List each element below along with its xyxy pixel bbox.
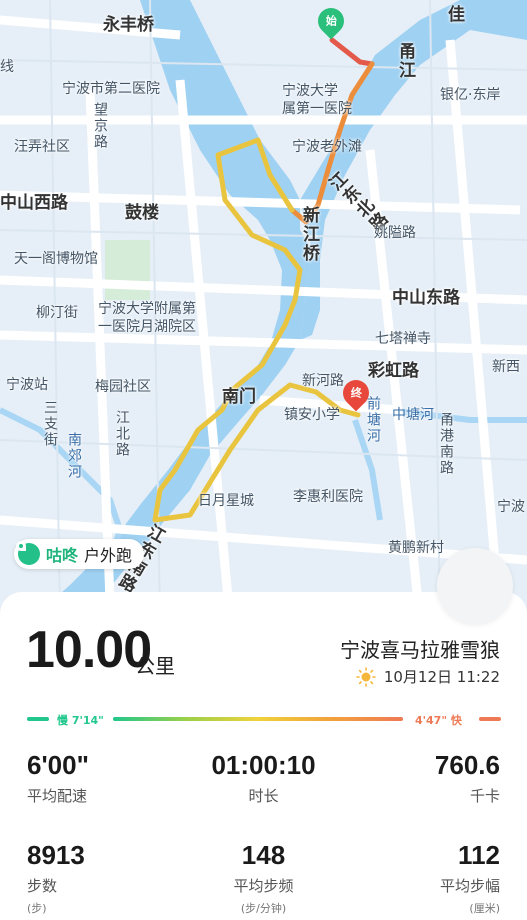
slow-pace-swatch — [27, 717, 49, 721]
map-label: 黄鹏新村 — [388, 540, 444, 556]
map-label: 线 — [0, 59, 14, 75]
map-label: 新江桥 — [299, 206, 319, 263]
map-label: 宁波老外滩 — [292, 139, 362, 155]
stat-label: 平均步幅 — [439, 877, 500, 895]
stat-avg-pace: 6'00" 平均配速 — [27, 750, 89, 806]
activity-type: 户外跑 — [84, 546, 133, 565]
map-label: 江北路 — [114, 410, 130, 458]
stat-label: 千卡 — [469, 787, 500, 805]
map-label: 中塘河 — [392, 407, 434, 423]
date-text: 10月12日 11:22 — [383, 668, 500, 686]
map-label: 甬江 — [395, 42, 415, 80]
stat-unit: (厘米) — [469, 902, 500, 915]
stat-cadence: 148 平均步频 (步/分钟) — [195, 840, 332, 916]
map-label: 姚隘路 — [374, 225, 416, 241]
stat-label: 时长 — [248, 787, 279, 805]
map-label: 属第一医院 — [282, 101, 352, 117]
distance-unit: 公里 — [135, 654, 175, 678]
map-label: 宁波市第二医院 — [62, 81, 160, 97]
brand-name: 咕咚 — [46, 546, 79, 565]
stat-stride: 112 平均步幅 (厘米) — [440, 840, 500, 916]
pace-gradient — [113, 717, 403, 721]
map-label: 中山西路 — [0, 193, 68, 213]
map-label: 银亿·东岸 — [440, 87, 501, 103]
stat-label: 平均配速 — [27, 787, 88, 805]
map-label: 宁波大学 — [282, 83, 338, 99]
route-map[interactable]: 永丰桥 线 宁波市第二医院 望京路 汪弄社区 宁波大学 属第一医院 宁波老外滩 … — [0, 0, 527, 620]
distance-value: 10.00 — [26, 621, 152, 679]
map-label: 宁波 — [497, 499, 525, 515]
stat-value: 6'00" — [27, 750, 89, 780]
map-label: 佳 — [448, 5, 465, 25]
sun-icon — [356, 666, 376, 687]
map-label: 鼓楼 — [125, 203, 159, 223]
brand-badge: 咕咚 户外跑 — [14, 539, 145, 569]
map-label: 汪弄社区 — [14, 139, 70, 155]
stat-label: 步数 — [27, 877, 58, 895]
stat-unit: (步/分钟) — [240, 902, 287, 915]
map-label: 三支街 — [42, 400, 58, 448]
map-label: 柳汀街 — [36, 305, 78, 321]
map-label: 日月星城 — [198, 493, 254, 509]
user-name: 宁波喜马拉雅雪狼 — [340, 638, 500, 662]
slow-pace-label: 慢 7'14" — [57, 714, 104, 727]
pace-legend: 慢 7'14" 4'47" 快 — [27, 712, 501, 727]
map-label: 永丰桥 — [103, 15, 154, 35]
map-label: 南郊河 — [66, 432, 82, 480]
fast-pace-label: 4'47" 快 — [415, 714, 462, 727]
map-label: 镇安小学 — [284, 407, 340, 423]
map-label: 七塔禅寺 — [375, 331, 431, 347]
stat-unit: (步) — [27, 902, 47, 915]
map-label: 一医院月湖院区 — [98, 319, 196, 335]
map-label: 中山东路 — [392, 288, 460, 308]
stat-value: 760.6 — [434, 750, 500, 780]
map-label: 彩虹路 — [368, 361, 419, 381]
fast-pace-swatch — [479, 717, 501, 721]
codoon-logo-icon — [16, 541, 40, 565]
map-label: 李惠利医院 — [293, 489, 363, 505]
stat-value: 148 — [241, 840, 286, 870]
avatar[interactable] — [437, 548, 513, 624]
map-label: 甬港南路 — [438, 412, 454, 476]
map-label: 天一阁博物馆 — [14, 251, 98, 267]
activity-date: 10月12日 11:22 — [356, 666, 500, 687]
map-label: 宁波大学附属第 — [98, 301, 196, 317]
summary-card: 10.00 公里 宁波喜马拉雅雪狼 10月12日 11:22 慢 7'14" 4… — [0, 592, 527, 920]
stat-steps: 8913 步数 (步) — [27, 840, 85, 916]
stat-value: 8913 — [27, 840, 85, 870]
map-label: 梅园社区 — [95, 379, 151, 395]
map-label: 新河路 — [302, 373, 344, 389]
stat-value: 01:00:10 — [211, 750, 316, 780]
stat-value: 112 — [458, 840, 500, 870]
stat-calories: 760.6 千卡 — [435, 750, 500, 806]
map-label: 宁波站 — [6, 377, 48, 393]
map-label: 望京路 — [92, 102, 108, 150]
stat-duration: 01:00:10 时长 — [195, 750, 332, 806]
stat-label: 平均步频 — [233, 877, 294, 895]
map-label: 南门 — [222, 387, 256, 407]
map-label: 新西 — [492, 359, 520, 375]
map-label: 前塘河 — [365, 396, 381, 444]
